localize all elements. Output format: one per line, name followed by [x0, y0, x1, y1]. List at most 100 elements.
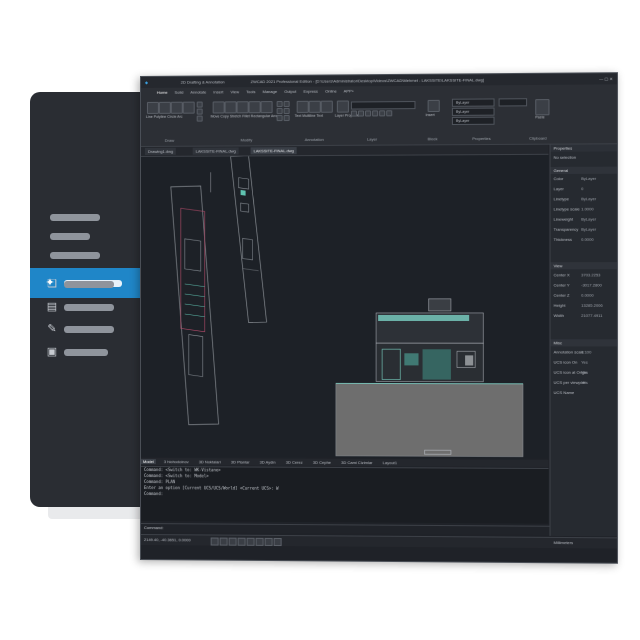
section-misc[interactable]: Misc	[550, 339, 618, 347]
panel-label-draw: Draw	[164, 137, 175, 143]
dyn-toggle-icon[interactable]	[273, 537, 282, 547]
prop-value[interactable]: 0	[581, 186, 583, 192]
prop-value[interactable]: 13285.2006	[581, 303, 603, 309]
tab-online[interactable]: Online	[325, 89, 337, 94]
layout-tab-7[interactable]: 3D Cephe	[311, 460, 333, 465]
color-combo[interactable]: ByLayer	[451, 98, 495, 107]
line-tool-icon[interactable]	[146, 101, 159, 114]
tab-output[interactable]: Output	[284, 89, 296, 94]
status-coordinates: 2149.40, -40.3651, 0.0000	[143, 537, 191, 543]
panel-label-properties: Properties	[472, 135, 491, 142]
insert-block-icon[interactable]	[427, 99, 440, 113]
tab-annotate[interactable]: Annotate	[190, 89, 206, 94]
tab-insert[interactable]: Insert	[213, 89, 223, 94]
layout-tab-model[interactable]: Model	[140, 459, 156, 465]
prop-label: Center Z	[553, 292, 570, 298]
prop-label: UCS icon On	[553, 359, 578, 365]
prop-value[interactable]: 1:100	[581, 349, 591, 355]
arc-tool-icon[interactable]	[182, 101, 195, 114]
ortho-toggle-icon[interactable]	[228, 537, 237, 546]
lineweight-toggle-icon[interactable]	[264, 537, 273, 546]
array-tool-icon[interactable]	[260, 101, 273, 114]
copy-tool-icon[interactable]	[224, 101, 237, 114]
multiline-text-tool-icon[interactable]	[308, 100, 321, 113]
polar-toggle-icon[interactable]	[237, 537, 246, 546]
draw-tool-labels: Line Polyline Circle Arc	[145, 114, 183, 119]
prop-label: Color	[553, 176, 564, 182]
lineweight-combo[interactable]: ByLayer	[451, 116, 495, 126]
prop-value[interactable]: 1.0000	[581, 206, 594, 212]
tab-app[interactable]: APP+	[344, 88, 354, 93]
tab-view[interactable]: View	[230, 89, 239, 94]
modify-tool-labels: Move Copy Stretch Fillet Rectangular Arr…	[210, 114, 280, 119]
tab-solid[interactable]: Solid	[175, 90, 184, 95]
polyline-tool-icon[interactable]	[158, 101, 171, 114]
building-elevation	[336, 299, 523, 457]
prop-label: Layer	[553, 186, 564, 192]
section-general[interactable]: General	[550, 166, 618, 175]
tab-manage[interactable]: Manage	[263, 89, 277, 94]
fillet-tool-icon[interactable]	[248, 101, 261, 114]
draw-small-tools[interactable]	[196, 101, 207, 124]
prop-label: Annotation scale	[553, 349, 584, 355]
linetype-combo[interactable]: ByLayer	[451, 107, 495, 116]
clipboard-tool-label: Paste	[535, 115, 545, 120]
status-bar: 2149.40, -40.3651, 0.0000 Millimeters	[140, 534, 617, 549]
snap-toggle-icon[interactable]	[210, 537, 219, 546]
layout-tab-8[interactable]: 3D Cami Cizimlar	[339, 460, 374, 465]
plan-view-left	[171, 171, 219, 429]
prop-value[interactable]: ByLayer	[581, 227, 596, 233]
selection-dropdown[interactable]: No selection	[554, 155, 576, 161]
layout-tab-2[interactable]: 3 hiohodoinov	[162, 459, 191, 464]
prop-value[interactable]: 0.0000	[581, 237, 594, 243]
prop-value[interactable]: ByLayer	[581, 196, 596, 202]
panel-label-block: Block	[427, 136, 438, 142]
extra-combo[interactable]	[498, 98, 528, 107]
layout-tab-5[interactable]: 3D Aydin	[258, 460, 278, 465]
layer-combo[interactable]	[350, 101, 416, 110]
workspace-switcher[interactable]: 2D Drafting & Annotation	[181, 76, 225, 87]
prop-value[interactable]: Yes	[581, 380, 588, 386]
tab-express[interactable]: Express	[303, 89, 318, 94]
prop-value[interactable]: Yes	[581, 370, 588, 376]
ribbon-tabs: Home Solid Annotate Insert View Tools Ma…	[157, 88, 360, 98]
prop-label: Center X	[553, 272, 570, 278]
dimension-tool-icon[interactable]	[320, 100, 333, 113]
status-units[interactable]: Millimeters	[554, 538, 574, 548]
osnap-toggle-icon[interactable]	[246, 537, 255, 546]
layout-tab-3[interactable]: 3D Noktalari	[197, 459, 223, 464]
doc-tab-1[interactable]: Drawing1.dwg	[144, 147, 177, 155]
prop-value[interactable]: 0.0000	[581, 293, 594, 299]
app-logo-icon[interactable]: ◆	[145, 77, 148, 88]
prop-value[interactable]: Yes	[581, 360, 588, 366]
window-controls[interactable]: — ▢ ✕	[599, 73, 613, 84]
prop-value[interactable]: ByLayer	[581, 176, 596, 182]
prop-value[interactable]: -3017.2800	[581, 282, 602, 288]
text-tool-icon[interactable]	[296, 100, 309, 113]
doc-tab-active[interactable]: LAKSSITE-FINAL.dwg	[250, 147, 297, 155]
prop-value[interactable]: 21077.4911	[581, 313, 602, 319]
otrack-toggle-icon[interactable]	[255, 537, 264, 546]
section-view[interactable]: View	[550, 262, 618, 270]
stretch-tool-icon[interactable]	[236, 101, 249, 114]
prop-value[interactable]: ByLayer	[581, 216, 596, 222]
circle-tool-icon[interactable]	[170, 101, 183, 114]
doc-tab-2[interactable]: LAKSSITE-FINAL.dwg	[192, 147, 239, 155]
drawing-canvas[interactable]	[140, 154, 549, 459]
tab-tools[interactable]: Tools	[246, 89, 255, 94]
layer-properties-icon[interactable]	[336, 100, 349, 113]
layout-tab-9[interactable]: Layout1	[381, 460, 399, 465]
panel-label-modify: Modify	[240, 137, 253, 143]
layout-tab-6[interactable]: 3D Cerez	[284, 460, 305, 465]
grid-toggle-icon[interactable]	[219, 537, 228, 546]
paste-icon[interactable]	[535, 99, 550, 116]
layout-tab-4[interactable]: 3D Planlar	[229, 459, 252, 464]
tab-home[interactable]: Home	[157, 90, 168, 95]
prop-label: Width	[553, 312, 565, 318]
ribbon: Home Solid Annotate Insert View Tools Ma…	[140, 84, 617, 147]
prop-label: Center Y	[553, 282, 570, 288]
properties-title: Properties	[550, 144, 618, 152]
move-tool-icon[interactable]	[212, 101, 225, 114]
command-input[interactable]: Command:	[140, 523, 552, 535]
prop-value[interactable]: 3703.2253	[581, 272, 600, 278]
